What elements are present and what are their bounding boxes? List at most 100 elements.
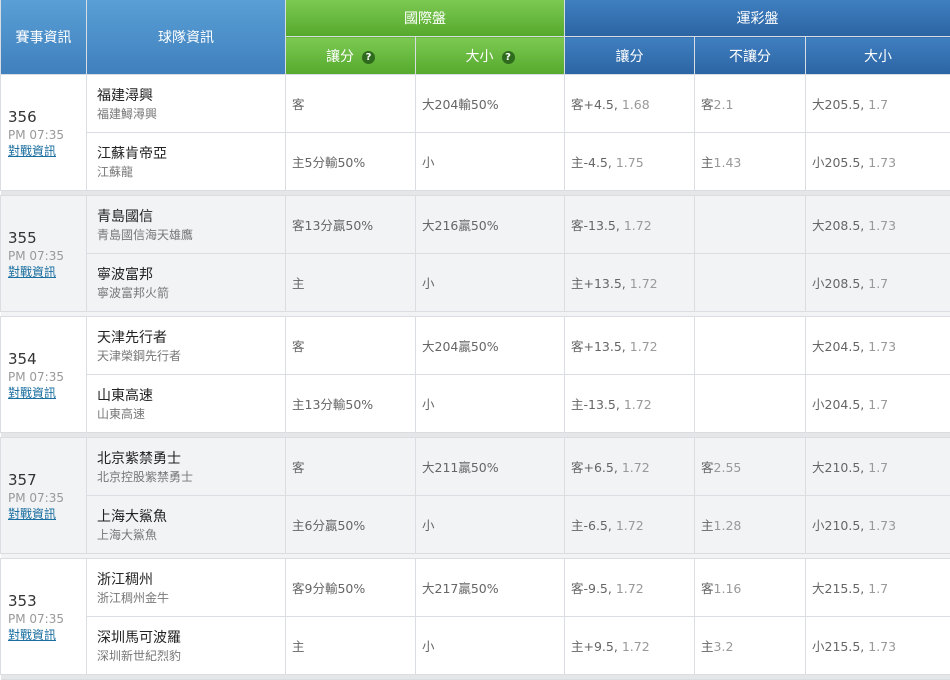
odds-table: 賽事資訊 球隊資訊 國際盤 運彩盤 讓分? 大小? 讓分 不讓分 大小 356 …: [0, 0, 950, 680]
header-lottery-market: 運彩盤: [565, 0, 950, 37]
team-name: 深圳馬可波羅: [97, 628, 285, 648]
lot-total-cell: 小215.5, 1.73: [806, 617, 950, 675]
lot-spread-cell: 主+13.5, 1.72: [565, 254, 695, 312]
lot-moneyline-cell: 客1.16: [695, 559, 806, 617]
intl-spread-cell: 主13分輸50%: [286, 375, 416, 433]
team-full-name: 江蘇龍: [97, 164, 285, 180]
team-name: 福建潯興: [97, 86, 285, 106]
table-row: 上海大鯊魚 上海大鯊魚 主6分贏50% 小 主-6.5, 1.72 主1.28 …: [1, 496, 950, 554]
team-name: 青島國信: [97, 207, 285, 227]
header-team-info: 球隊資訊: [87, 0, 286, 75]
lot-moneyline-cell: 客2.55: [695, 438, 806, 496]
intl-spread-cell: 客: [286, 317, 416, 375]
lot-spread-cell: 主-6.5, 1.72: [565, 496, 695, 554]
lot-spread-cell: 客-9.5, 1.72: [565, 559, 695, 617]
lot-spread-cell: 主+9.5, 1.72: [565, 617, 695, 675]
intl-spread-cell: 客: [286, 75, 416, 133]
intl-total-cell: 小: [416, 254, 565, 312]
intl-total-cell: 小: [416, 375, 565, 433]
lot-moneyline-cell: 主1.43: [695, 133, 806, 191]
lot-total-cell: 大208.5, 1.73: [806, 196, 950, 254]
lot-total-cell: 大210.5, 1.7: [806, 438, 950, 496]
header-lot-total: 大小: [806, 37, 950, 75]
table-row: 353 PM 07:35 對戰資訊 浙江稠州 浙江稠州金牛 客9分輸50% 大2…: [1, 559, 950, 617]
header-intl-total: 大小?: [416, 37, 565, 75]
event-info-cell: 353 PM 07:35 對戰資訊: [1, 559, 87, 675]
event-info-cell: 354 PM 07:35 對戰資訊: [1, 317, 87, 433]
table-row: 山東高速 山東高速 主13分輸50% 小 主-13.5, 1.72 小204.5…: [1, 375, 950, 433]
matchup-info-link[interactable]: 對戰資訊: [8, 385, 86, 401]
header-lot-moneyline: 不讓分: [695, 37, 806, 75]
lot-spread-cell: 主-4.5, 1.75: [565, 133, 695, 191]
intl-spread-cell: 主: [286, 254, 416, 312]
table-row: 356 PM 07:35 對戰資訊 福建潯興 福建鱘潯興 客 大204輸50% …: [1, 75, 950, 133]
intl-total-cell: 大217贏50%: [416, 559, 565, 617]
header-event-info: 賽事資訊: [1, 0, 87, 75]
intl-spread-cell: 主6分贏50%: [286, 496, 416, 554]
game-group: 354 PM 07:35 對戰資訊 天津先行者 天津榮鋼先行者 客 大204贏5…: [1, 317, 950, 438]
team-name: 浙江稠州: [97, 570, 285, 590]
team-name: 江蘇肯帝亞: [97, 144, 285, 164]
intl-spread-cell: 主: [286, 617, 416, 675]
lot-moneyline-cell: [695, 317, 806, 375]
intl-spread-cell: 主5分輸50%: [286, 133, 416, 191]
game-time: PM 07:35: [8, 611, 86, 627]
intl-total-cell: 大216贏50%: [416, 196, 565, 254]
lot-moneyline-cell: [695, 254, 806, 312]
team-full-name: 深圳新世紀烈豹: [97, 648, 285, 664]
intl-spread-cell: 客9分輸50%: [286, 559, 416, 617]
intl-spread-cell: 客13分贏50%: [286, 196, 416, 254]
matchup-info-link[interactable]: 對戰資訊: [8, 627, 86, 643]
team-cell: 山東高速 山東高速: [87, 375, 286, 433]
game-group: 355 PM 07:35 對戰資訊 青島國信 青島國信海天雄鷹 客13分贏50%…: [1, 196, 950, 317]
team-cell: 浙江稠州 浙江稠州金牛: [87, 559, 286, 617]
table-row: 寧波富邦 寧波富邦火箭 主 小 主+13.5, 1.72 小208.5, 1.7: [1, 254, 950, 312]
team-cell: 江蘇肯帝亞 江蘇龍: [87, 133, 286, 191]
matchup-info-link[interactable]: 對戰資訊: [8, 143, 86, 159]
lot-spread-cell: 客+6.5, 1.72: [565, 438, 695, 496]
matchup-info-link[interactable]: 對戰資訊: [8, 264, 86, 280]
game-number: 355: [8, 228, 86, 248]
team-cell: 天津先行者 天津榮鋼先行者: [87, 317, 286, 375]
lot-total-cell: 小208.5, 1.7: [806, 254, 950, 312]
team-cell: 上海大鯊魚 上海大鯊魚: [87, 496, 286, 554]
lot-total-cell: 小204.5, 1.7: [806, 375, 950, 433]
event-info-cell: 355 PM 07:35 對戰資訊: [1, 196, 87, 312]
game-number: 354: [8, 349, 86, 369]
team-full-name: 福建鱘潯興: [97, 106, 285, 122]
team-full-name: 青島國信海天雄鷹: [97, 227, 285, 243]
team-full-name: 浙江稠州金牛: [97, 590, 285, 606]
team-name: 山東高速: [97, 386, 285, 406]
team-cell: 青島國信 青島國信海天雄鷹: [87, 196, 286, 254]
intl-total-cell: 大211贏50%: [416, 438, 565, 496]
game-group: 353 PM 07:35 對戰資訊 浙江稠州 浙江稠州金牛 客9分輸50% 大2…: [1, 559, 950, 680]
matchup-info-link[interactable]: 對戰資訊: [8, 506, 86, 522]
help-icon[interactable]: ?: [502, 51, 515, 64]
game-time: PM 07:35: [8, 490, 86, 506]
lot-spread-cell: 主-13.5, 1.72: [565, 375, 695, 433]
team-full-name: 上海大鯊魚: [97, 527, 285, 543]
lot-spread-cell: 客-13.5, 1.72: [565, 196, 695, 254]
team-full-name: 山東高速: [97, 406, 285, 422]
lot-total-cell: 小210.5, 1.73: [806, 496, 950, 554]
team-cell: 福建潯興 福建鱘潯興: [87, 75, 286, 133]
lot-moneyline-cell: 客2.1: [695, 75, 806, 133]
header-intl-market: 國際盤: [286, 0, 565, 37]
team-name: 天津先行者: [97, 328, 285, 348]
table-row: 355 PM 07:35 對戰資訊 青島國信 青島國信海天雄鷹 客13分贏50%…: [1, 196, 950, 254]
event-info-cell: 356 PM 07:35 對戰資訊: [1, 75, 87, 191]
header-lot-spread: 讓分: [565, 37, 695, 75]
team-full-name: 北京控股紫禁勇士: [97, 469, 285, 485]
help-icon[interactable]: ?: [362, 51, 375, 64]
lot-total-cell: 大215.5, 1.7: [806, 559, 950, 617]
lot-spread-cell: 客+13.5, 1.72: [565, 317, 695, 375]
team-name: 寧波富邦: [97, 265, 285, 285]
table-row: 深圳馬可波羅 深圳新世紀烈豹 主 小 主+9.5, 1.72 主3.2 小215…: [1, 617, 950, 675]
table-row: 357 PM 07:35 對戰資訊 北京紫禁勇士 北京控股紫禁勇士 客 大211…: [1, 438, 950, 496]
game-time: PM 07:35: [8, 127, 86, 143]
team-name: 上海大鯊魚: [97, 507, 285, 527]
game-time: PM 07:35: [8, 369, 86, 385]
lot-moneyline-cell: [695, 375, 806, 433]
game-time: PM 07:35: [8, 248, 86, 264]
lot-total-cell: 大204.5, 1.73: [806, 317, 950, 375]
